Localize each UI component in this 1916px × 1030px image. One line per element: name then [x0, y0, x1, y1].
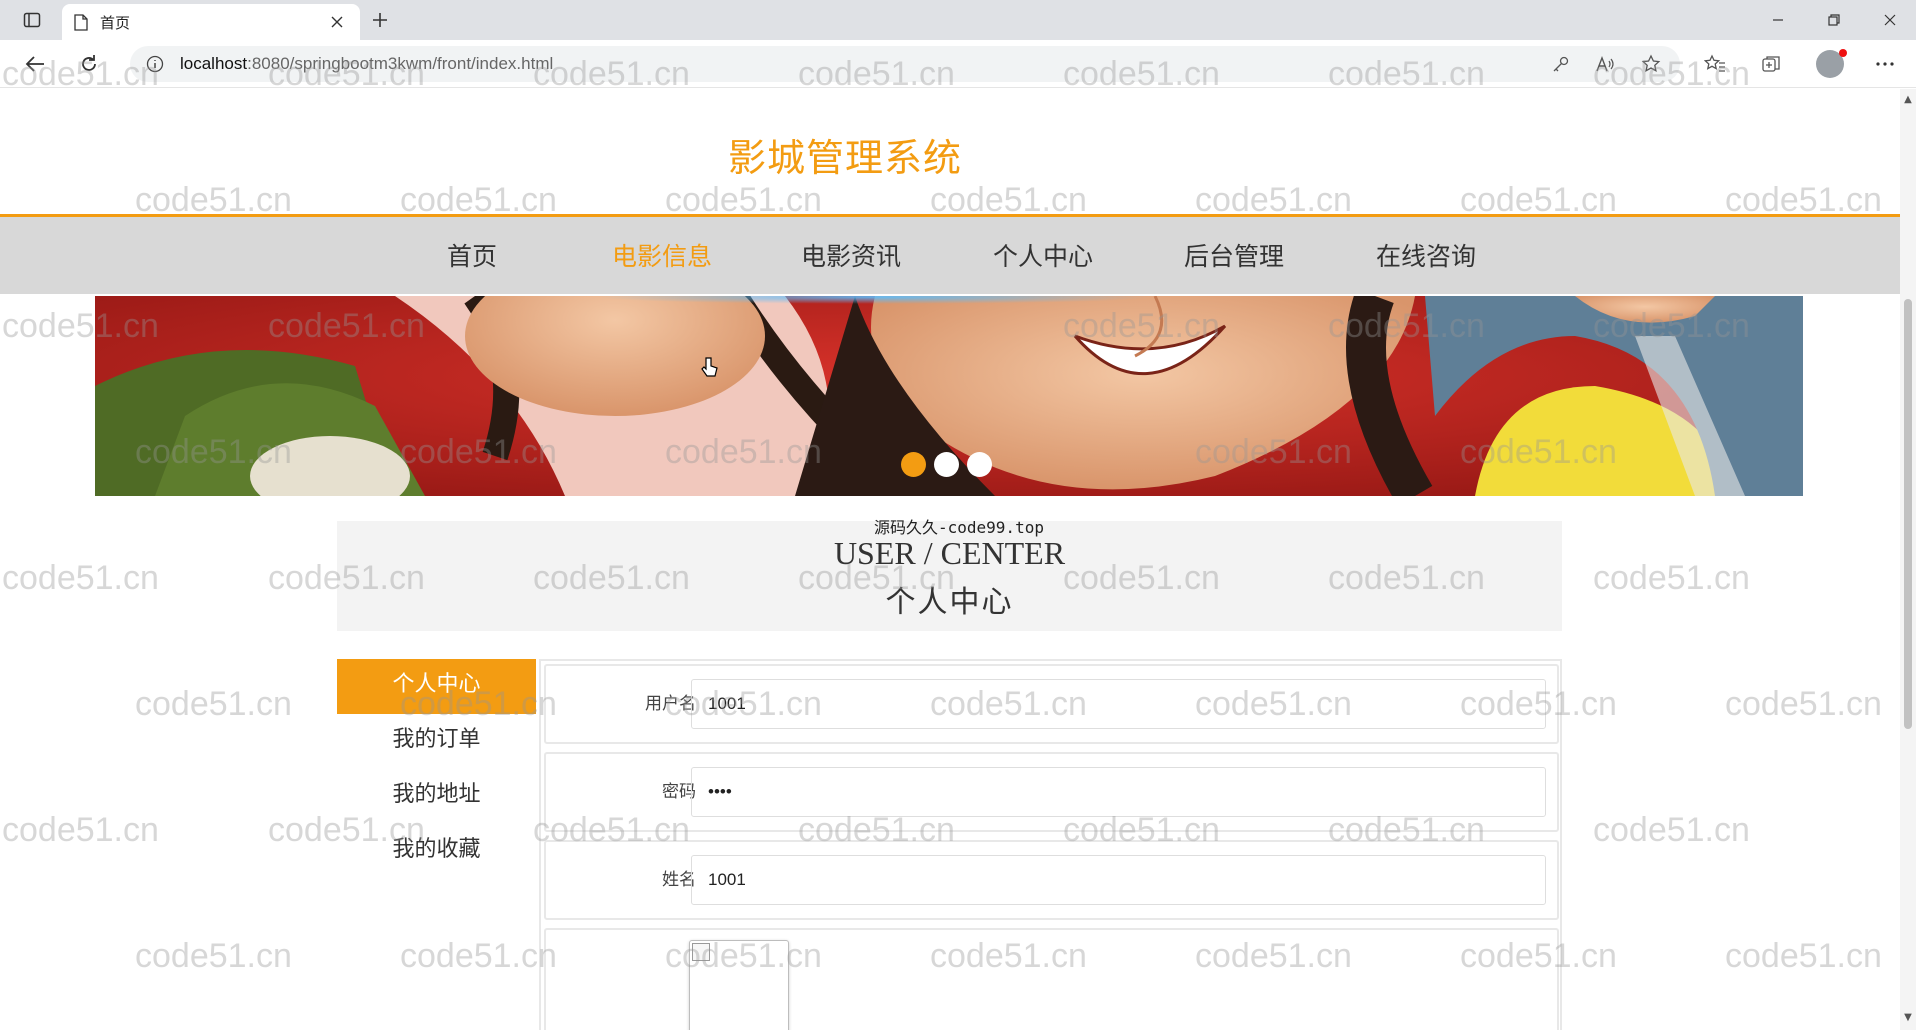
nav-item-admin[interactable]: 后台管理 — [1184, 237, 1284, 273]
username-label: 用户名 — [645, 694, 696, 714]
scroll-up-icon[interactable]: ▲ — [1903, 95, 1913, 105]
page-viewport: 影城管理系统 首页 电影信息 电影资讯 个人中心 后台管理 在线咨询 USER … — [0, 89, 1900, 1030]
notification-dot-icon — [1839, 49, 1847, 57]
side-item-my-address[interactable]: 我的地址 — [337, 769, 536, 824]
close-window-button[interactable] — [1862, 0, 1916, 40]
name-label: 姓名 — [662, 870, 696, 890]
read-aloud-icon[interactable] — [1590, 50, 1620, 78]
profile-avatar[interactable] — [1816, 49, 1847, 78]
hand-cursor-icon — [701, 357, 718, 377]
collections-icon[interactable] — [1756, 50, 1786, 78]
broken-image-icon — [692, 943, 710, 961]
arrow-left-icon — [25, 56, 44, 72]
minimize-icon — [1773, 19, 1783, 21]
side-menu: 个人中心 我的订单 我的地址 我的收藏 — [337, 659, 536, 879]
carousel-dot-2[interactable] — [934, 451, 959, 477]
reload-button[interactable] — [74, 50, 104, 78]
tab-actions-button[interactable] — [12, 6, 52, 34]
nav-item-personal-center[interactable]: 个人中心 — [993, 237, 1093, 273]
page-icon — [74, 13, 88, 31]
carousel-dot-1[interactable] — [901, 451, 926, 477]
profile-form: 用户名 1001 密码 •••• 姓名 1001 — [539, 659, 1562, 1030]
back-button[interactable] — [20, 50, 50, 78]
banner-glow — [595, 296, 1155, 304]
source-note: 源码久久-code99.top — [874, 518, 1044, 537]
user-center-title-en: USER / CENTER — [833, 535, 1066, 571]
banner-carousel[interactable] — [95, 296, 1803, 496]
carousel-dot-3[interactable] — [967, 451, 992, 477]
nav-item-movie-news[interactable]: 电影资讯 — [801, 237, 901, 273]
scrollbar-thumb[interactable] — [1904, 299, 1912, 729]
name-input[interactable]: 1001 — [691, 855, 1546, 905]
side-item-personal-center[interactable]: 个人中心 — [337, 659, 536, 714]
more-options-icon[interactable] — [1870, 50, 1900, 78]
tab-title: 首页 — [100, 13, 131, 32]
browser-toolbar: localhost:8080/springbootm3kwm/front/ind… — [0, 40, 1916, 88]
info-icon[interactable] — [146, 55, 164, 73]
scroll-down-icon[interactable]: ▼ — [1903, 1013, 1913, 1023]
nav-item-online-consult[interactable]: 在线咨询 — [1376, 237, 1476, 273]
add-favorite-icon[interactable] — [1636, 50, 1666, 78]
username-input[interactable]: 1001 — [691, 679, 1546, 729]
side-item-my-favorites[interactable]: 我的收藏 — [337, 824, 536, 879]
user-center-title-zh: 个人中心 — [885, 585, 1014, 620]
side-item-my-orders[interactable]: 我的订单 — [337, 714, 536, 769]
url-text: localhost:8080/springbootm3kwm/front/ind… — [180, 54, 554, 73]
form-row-username: 用户名 1001 — [544, 664, 1559, 744]
page-scrollbar[interactable]: ▲ ▼ — [1900, 89, 1916, 1030]
plus-icon — [373, 13, 387, 27]
form-row-avatar — [544, 928, 1559, 1030]
password-key-icon[interactable] — [1546, 50, 1576, 78]
reload-icon — [82, 55, 96, 71]
avatar-image-upload[interactable] — [689, 940, 789, 1030]
restore-button[interactable] — [1806, 0, 1862, 40]
form-row-name: 姓名 1001 — [544, 840, 1559, 920]
main-nav: 首页 电影信息 电影资讯 个人中心 后台管理 在线咨询 — [0, 214, 1900, 294]
site-title: 影城管理系统 — [727, 136, 962, 180]
form-row-password: 密码 •••• — [544, 752, 1559, 832]
nav-item-home[interactable]: 首页 — [447, 237, 497, 273]
password-input[interactable]: •••• — [691, 767, 1546, 817]
favorites-icon[interactable] — [1700, 50, 1730, 78]
new-tab-button[interactable] — [366, 7, 394, 33]
nav-item-movie-info[interactable]: 电影信息 — [612, 237, 712, 273]
password-label: 密码 — [662, 782, 696, 802]
restore-icon — [1828, 14, 1840, 26]
tab-actions-icon — [23, 12, 41, 28]
address-bar[interactable]: localhost:8080/springbootm3kwm/front/ind… — [130, 46, 1680, 82]
browser-tab-bar: 首页 — [0, 0, 1916, 40]
close-tab-icon[interactable] — [326, 11, 348, 33]
minimize-button[interactable] — [1750, 0, 1806, 40]
browser-tab[interactable]: 首页 — [62, 4, 360, 40]
carousel-dots — [897, 449, 997, 479]
close-icon — [1884, 14, 1896, 26]
